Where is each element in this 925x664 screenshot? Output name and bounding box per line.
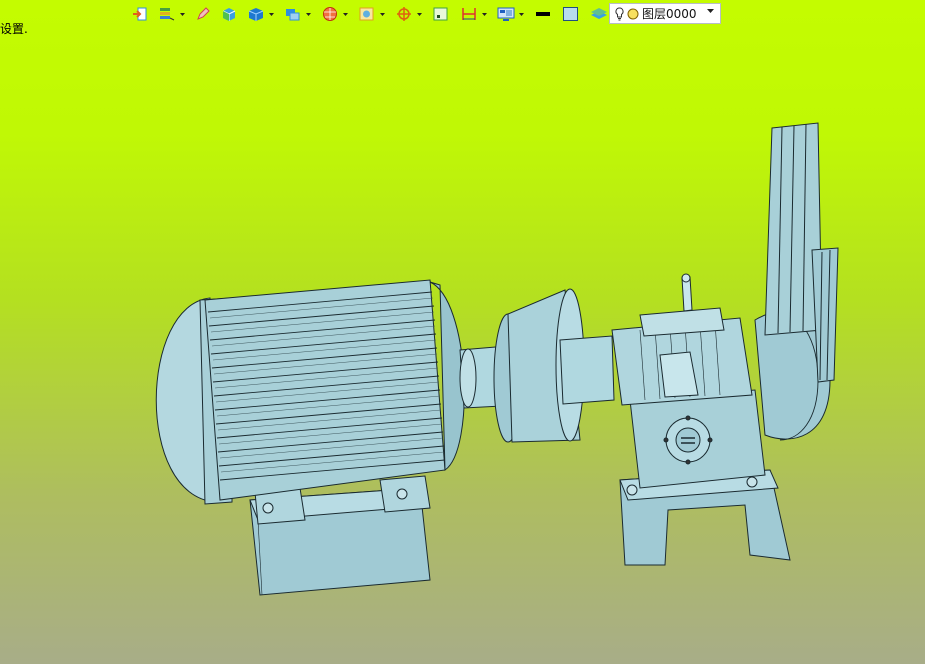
cad-viewport-model[interactable] (0, 0, 925, 664)
gearbox-assembly[interactable] (611, 122, 839, 566)
motor-assembly[interactable] (155, 279, 615, 596)
